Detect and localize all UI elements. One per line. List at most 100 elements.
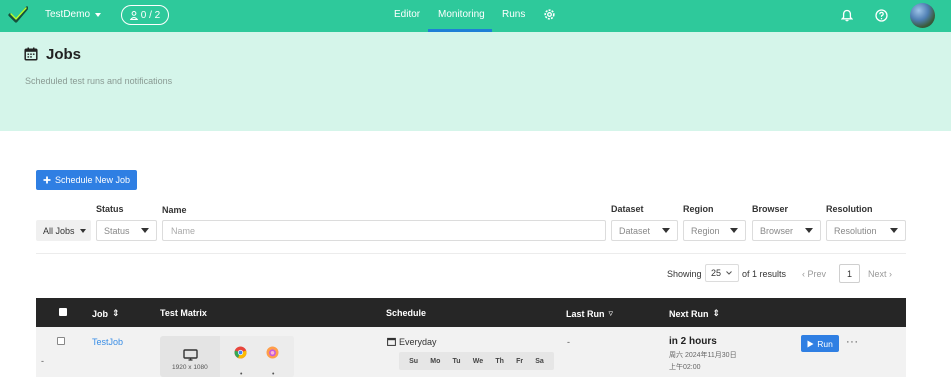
page-subtitle: Scheduled test runs and notifications [25, 76, 173, 86]
schedule-frequency: Everyday [399, 337, 437, 347]
project-name: TestDemo [45, 9, 91, 20]
bell-icon[interactable] [841, 9, 853, 22]
column-label-next-run: Next Run [669, 308, 709, 319]
name-filter-label: Name [162, 205, 187, 215]
chevron-down-icon [79, 228, 86, 233]
next-run-relative: in 2 hours [669, 336, 717, 347]
filters-divider [36, 253, 906, 254]
browser-status-dot: • [240, 371, 243, 377]
chevron-down-icon [95, 12, 102, 17]
all-jobs-dropdown[interactable]: All Jobs [36, 220, 91, 241]
next-page-label: Next [868, 269, 887, 279]
nav-tab-runs[interactable]: Runs [502, 9, 525, 20]
dataset-select[interactable]: Dataset [611, 220, 678, 241]
column-label-last-run: Last Run [566, 308, 605, 319]
jobs-table-header: Job ⇕ Test Matrix Schedule Last Run ▿ Ne… [36, 298, 906, 327]
browser-status-dot: • [272, 371, 275, 377]
schedule-new-job-button[interactable]: Schedule New Job [36, 170, 137, 190]
logo-check-icon[interactable] [8, 5, 28, 25]
row-checkbox[interactable] [57, 337, 65, 345]
region-select[interactable]: Region [683, 220, 746, 241]
schedule-new-job-label: Schedule New Job [54, 175, 131, 185]
user-avatar[interactable] [910, 3, 935, 28]
settings-gear-icon[interactable] [543, 8, 556, 21]
column-header-last-run[interactable]: Last Run ▿ [566, 308, 613, 319]
sort-icon: ⇕ [112, 308, 120, 318]
firefox-browser-icon [266, 346, 279, 359]
last-run-value: - [567, 337, 570, 347]
column-label-test-matrix: Test Matrix [160, 308, 207, 318]
user-icon [129, 10, 138, 20]
current-page-button[interactable]: 1 [839, 264, 860, 283]
chevron-down-icon [805, 228, 813, 233]
nav-tab-editor[interactable]: Editor [394, 9, 420, 20]
resolution-text: 1920 x 1080 [172, 364, 208, 371]
browser-filter-label: Browser [752, 204, 789, 214]
dataset-select-value: Dataset [619, 225, 651, 236]
resolution-select-value: Resolution [834, 225, 877, 236]
plus-icon [43, 176, 51, 184]
next-page-button[interactable]: Next › [868, 269, 892, 279]
calendar-icon [24, 47, 38, 61]
sort-descending-icon: ▿ [608, 308, 614, 318]
day-chip-thursday: Th [495, 357, 504, 365]
project-switcher[interactable]: TestDemo [45, 9, 102, 20]
chevron-right-icon: › [889, 269, 893, 279]
status-filter-label: Status [96, 204, 124, 214]
browser-select[interactable]: Browser [752, 220, 821, 241]
chevron-down-icon [662, 228, 670, 233]
all-jobs-value: All Jobs [43, 225, 75, 236]
page-title: Jobs [46, 46, 82, 63]
prev-page-label: Prev [807, 269, 827, 279]
chevron-down-icon [890, 228, 898, 233]
browser-select-value: Browser [760, 225, 794, 236]
next-run-time: 上午02:00 [669, 364, 701, 371]
row-marker: - [41, 356, 44, 366]
play-icon [807, 340, 814, 347]
run-button-label: Run [817, 338, 833, 349]
day-chip-sunday: Su [409, 357, 419, 365]
showing-label: Showing [667, 269, 702, 279]
day-chip-friday: Fr [516, 357, 524, 365]
nav-tab-monitoring[interactable]: Monitoring [438, 9, 485, 20]
results-count: of 1 results [742, 269, 787, 279]
status-select[interactable]: Status [96, 220, 157, 241]
chevron-left-icon: ‹ [802, 269, 805, 279]
day-chip-saturday: Sa [535, 357, 544, 365]
page-size-select[interactable]: 25 [705, 264, 739, 282]
resolution-select[interactable]: Resolution [826, 220, 906, 241]
help-icon[interactable] [875, 9, 888, 22]
day-chip-tuesday: Tu [452, 357, 461, 365]
column-label-job: Job [92, 308, 109, 319]
region-select-value: Region [691, 225, 720, 236]
column-header-next-run[interactable]: Next Run ⇕ [669, 308, 720, 319]
chevron-down-icon [730, 228, 738, 233]
day-chip-monday: Mo [430, 357, 441, 365]
sort-icon: ⇕ [712, 308, 721, 318]
chrome-browser-icon [234, 346, 247, 359]
desktop-monitor-icon [183, 349, 198, 361]
top-navbar: TestDemo 0 / 2 Editor Monitoring Runs [0, 0, 951, 32]
more-actions-icon[interactable]: ··· [846, 336, 859, 348]
day-chip-wednesday: We [472, 357, 484, 365]
resolution-filter-label: Resolution [826, 204, 873, 214]
users-count-text: 0 / 2 [140, 9, 161, 21]
users-count-badge[interactable]: 0 / 2 [121, 5, 169, 25]
weekday-chips: Su Mo Tu We Th Fr Sa [399, 352, 554, 370]
column-label-schedule: Schedule [386, 308, 427, 318]
chevron-down-icon [726, 271, 732, 275]
calendar-icon [387, 337, 396, 346]
select-all-checkbox[interactable] [59, 308, 67, 316]
chevron-down-icon [141, 228, 149, 233]
region-filter-label: Region [683, 204, 714, 214]
prev-page-button[interactable]: ‹ Prev [802, 269, 826, 279]
name-search-input[interactable] [162, 220, 606, 241]
job-name-link[interactable]: TestJob [92, 337, 123, 347]
status-select-value: Status [104, 225, 130, 236]
column-header-test-matrix: Test Matrix [160, 308, 207, 318]
column-header-job[interactable]: Job ⇕ [92, 308, 120, 319]
page-size-value: 25 [711, 268, 722, 278]
column-header-schedule: Schedule [386, 308, 426, 318]
run-button[interactable]: Run [801, 335, 839, 352]
next-run-date: 周六 2024年11月30日 [669, 352, 737, 359]
